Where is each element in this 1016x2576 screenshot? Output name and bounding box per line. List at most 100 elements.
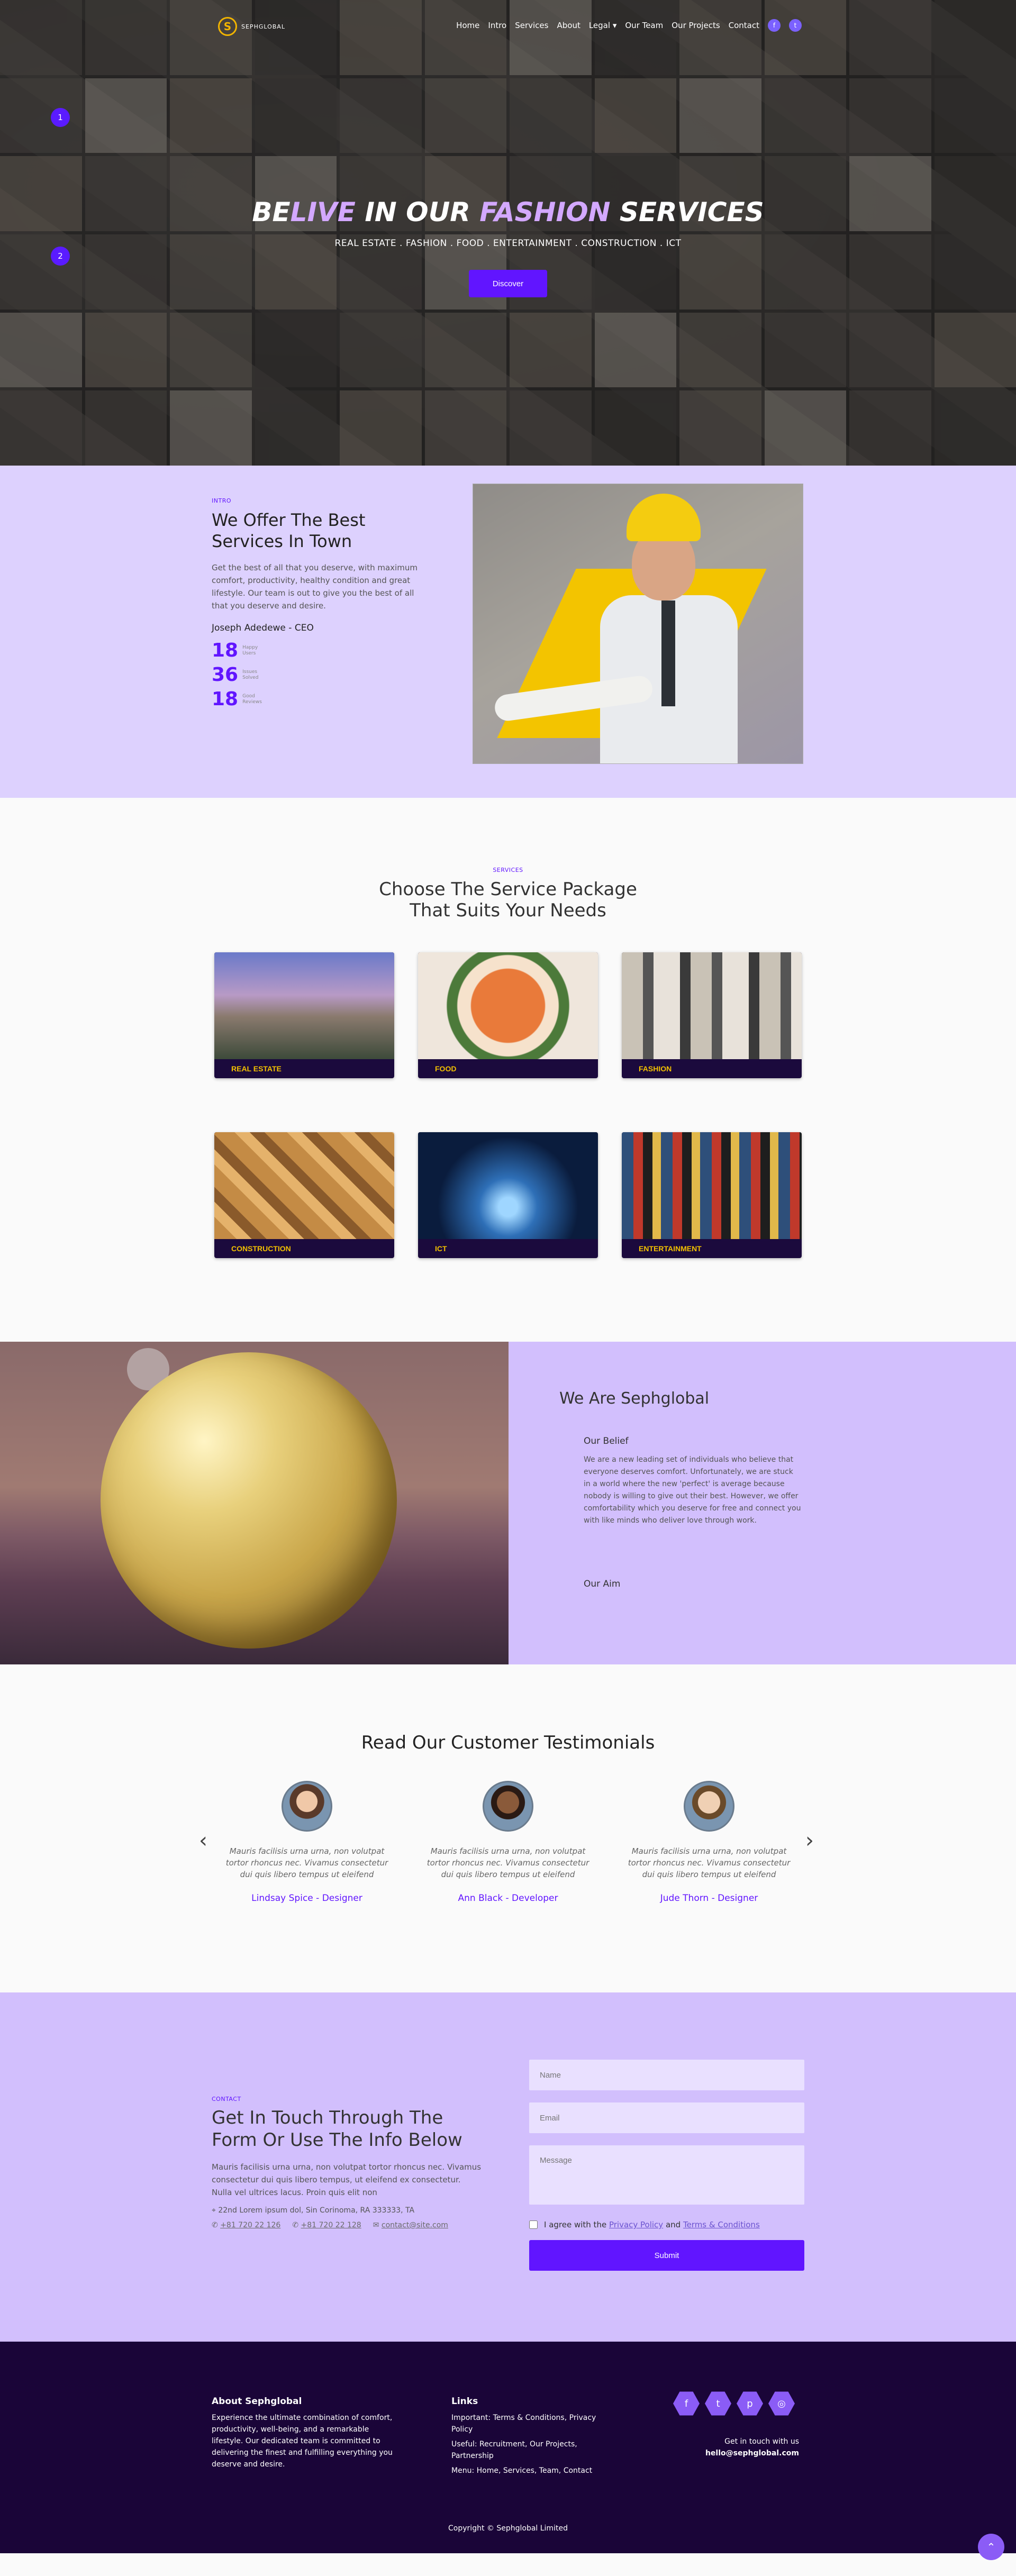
email-icon: ✉ [373, 2221, 382, 2229]
submit-button[interactable]: Submit [529, 2240, 804, 2271]
service-card-label: REAL ESTATE [231, 1064, 282, 1073]
hero-title-highlight: FASHION [479, 197, 611, 227]
slide-dot-2[interactable]: 2 [51, 247, 70, 266]
service-card-label: ICT [435, 1244, 447, 1253]
instagram-icon[interactable]: ◎ [768, 2391, 795, 2416]
twitter-icon[interactable]: t [789, 19, 802, 32]
phone-icon: ✆ [212, 2221, 221, 2229]
message-field[interactable] [529, 2145, 804, 2205]
location-icon: ⌖ [212, 2206, 219, 2215]
testimonial-quote: Mauris facilisis urna urna, non volutpat… [427, 1846, 589, 1879]
service-card-food[interactable]: FOOD [418, 952, 598, 1078]
stat-label: Good Reviews [242, 694, 262, 705]
site-logo[interactable]: S SEPHGLOBAL [218, 17, 285, 36]
email-address: contact@site.com [381, 2221, 448, 2229]
footer-about-body: Experience the ultimate combination of c… [212, 2414, 393, 2469]
pinterest-icon[interactable]: p [737, 2391, 763, 2416]
contact-address: ⌖ 22nd Lorem ipsum dol, Sin Corinoma, RA… [212, 2206, 482, 2215]
nav-item-contact[interactable]: Contact [729, 21, 759, 30]
main-menu: Home Intro Services About Legal ▾ Our Te… [456, 19, 802, 32]
testimonials-title: Read Our Customer Testimonials [361, 1732, 655, 1753]
about-title: We Are Sephglobal [559, 1389, 710, 1408]
get-in-touch-text: Get in touch with us [724, 2437, 799, 2446]
discover-button[interactable]: Discover [469, 270, 547, 297]
nav-item-about[interactable]: About [557, 21, 580, 30]
testimonial-card: Mauris facilisis urna urna, non volutpat… [222, 1781, 392, 1904]
hero-section: S SEPHGLOBAL Home Intro Services About L… [0, 0, 1016, 466]
service-card-construction[interactable]: CONSTRUCTION [214, 1132, 394, 1258]
stat-label: Happy Users [242, 645, 258, 656]
service-card-entertainment[interactable]: ENTERTAINMENT [622, 1132, 802, 1258]
terms-checkbox[interactable] [529, 2220, 538, 2229]
terms-conditions-link[interactable]: Terms & Conditions [683, 2220, 760, 2229]
logo-text: SEPHGLOBAL [241, 23, 285, 30]
contact-eyebrow: CONTACT [212, 2096, 241, 2102]
intro-engineer-image [473, 484, 803, 764]
privacy-policy-link[interactable]: Privacy Policy [609, 2220, 663, 2229]
stat-issues-solved: 36 Issues Solved [212, 665, 429, 685]
service-card-real-estate[interactable]: REAL ESTATE [214, 952, 394, 1078]
belief-body: We are a new leading set of individuals … [584, 1455, 801, 1525]
carousel-prev-arrow-icon[interactable]: ‹ [199, 1828, 207, 1853]
nav-item-legal-dropdown[interactable]: Legal ▾ [589, 21, 617, 30]
bottom-strip [0, 2553, 1016, 2576]
footer-email-link[interactable]: hello@sephglobal.com [698, 2447, 799, 2459]
nav-item-home[interactable]: Home [456, 21, 479, 30]
slide-dot-1[interactable]: 1 [51, 108, 70, 127]
stat-happy-users: 18 Happy Users [212, 641, 429, 661]
services-title: Choose The Service Package That Suits Yo… [379, 879, 637, 921]
hero-title: BELIVE IN OUR FASHION SERVICES [0, 197, 1016, 227]
about-globe-image [0, 1342, 509, 1664]
stat-number: 36 [212, 664, 239, 686]
testimonial-author: Ann Black - Developer [458, 1893, 558, 1904]
services-eyebrow: SERVICES [493, 867, 523, 873]
copyright-text: Copyright © Sephglobal Limited [448, 2524, 568, 2533]
hero-title-part: BE [252, 197, 291, 227]
nav-item-our-team[interactable]: Our Team [625, 21, 663, 30]
service-card-ict[interactable]: ICT [418, 1132, 598, 1258]
contact-body: Mauris facilisis urna urna, non volutpat… [212, 2162, 482, 2197]
intro-ceo: Joseph Adedewe - CEO [212, 623, 314, 633]
construction-image [214, 1132, 394, 1239]
avatar [483, 1781, 533, 1832]
footer-link-useful[interactable]: Useful: Recruitment, Our Projects, Partn… [451, 2438, 610, 2462]
footer-link-important[interactable]: Important: Terms & Conditions, Privacy P… [451, 2412, 610, 2435]
site-footer: About Sephglobal Experience the ultimate… [0, 2342, 1016, 2560]
terms-agreement: I agree with the Privacy Policy and Term… [529, 2220, 804, 2229]
agree-text-part: I agree with the [544, 2220, 609, 2229]
phone-link-1[interactable]: ✆ +81 720 22 126 [212, 2221, 280, 2229]
avatar [684, 1781, 734, 1832]
email-link[interactable]: ✉ contact@site.com [373, 2221, 448, 2229]
facebook-icon[interactable]: f [673, 2391, 700, 2416]
twitter-icon[interactable]: t [705, 2391, 731, 2416]
real-estate-image [214, 952, 394, 1059]
hero-title-part: IN OUR [355, 197, 480, 227]
email-field[interactable] [529, 2102, 804, 2133]
phone-number: +81 720 22 126 [220, 2221, 281, 2229]
facebook-icon[interactable]: f [768, 19, 781, 32]
about-aim[interactable]: Our Aim [584, 1579, 620, 1589]
back-to-top-icon[interactable]: ⌃ [978, 2534, 1004, 2560]
intro-title: We Offer The Best Services In Town [212, 510, 366, 551]
intro-section: INTRO We Offer The Best Services In Town… [0, 466, 1016, 798]
contact-links: ✆ +81 720 22 126 ✆ +81 720 22 128 ✉ cont… [212, 2221, 482, 2229]
phone-icon: ✆ [292, 2221, 301, 2229]
carousel-next-arrow-icon[interactable]: › [805, 1828, 814, 1853]
footer-links: Links Important: Terms & Conditions, Pri… [451, 2396, 610, 2477]
testimonials-section: Read Our Customer Testimonials ‹ › Mauri… [0, 1664, 1016, 1992]
ict-image [418, 1132, 598, 1239]
address-text: 22nd Lorem ipsum dol, Sin Corinoma, RA 3… [218, 2206, 415, 2215]
footer-link-menu[interactable]: Menu: Home, Services, Team, Contact [451, 2465, 610, 2477]
about-section: We Are Sephglobal Our Belief We are a ne… [0, 1342, 1016, 1664]
name-field[interactable] [529, 2060, 804, 2090]
stat-good-reviews: 18 Good Reviews [212, 689, 429, 709]
hero-title-part: SERVICES [610, 197, 764, 227]
nav-item-our-projects[interactable]: Our Projects [672, 21, 720, 30]
belief-title[interactable]: Our Belief [584, 1436, 802, 1446]
aim-title: Our Aim [584, 1579, 621, 1589]
services-section: SERVICES Choose The Service Package That… [0, 798, 1016, 1342]
nav-item-services[interactable]: Services [515, 21, 548, 30]
nav-item-intro[interactable]: Intro [488, 21, 506, 30]
phone-link-2[interactable]: ✆ +81 720 22 128 [292, 2221, 361, 2229]
service-card-fashion[interactable]: FASHION [622, 952, 802, 1078]
